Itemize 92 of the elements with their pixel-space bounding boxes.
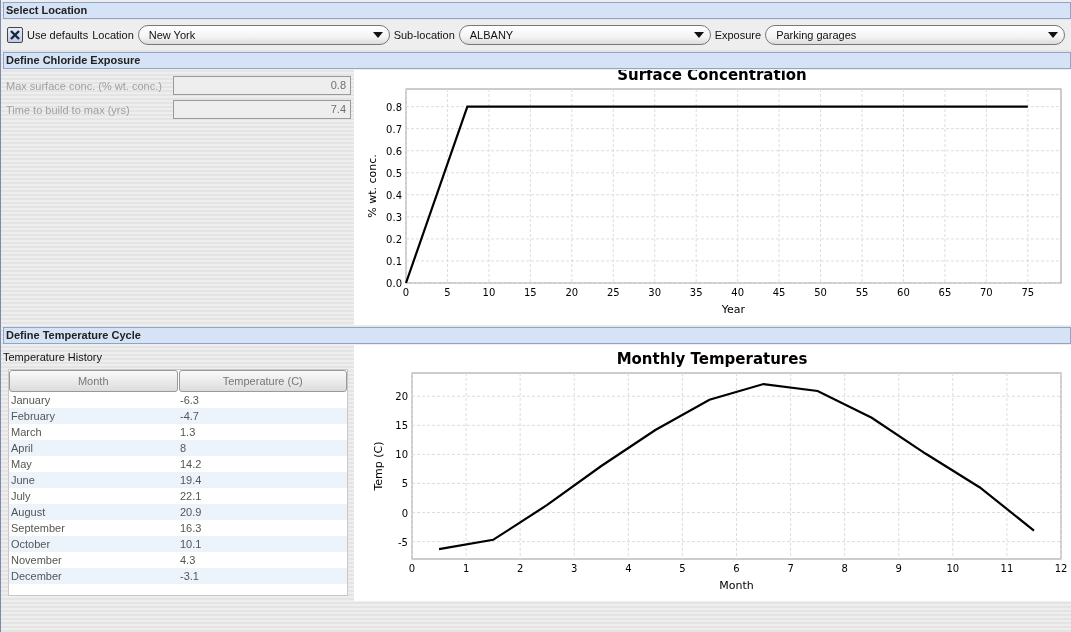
table-cell-text: -3.1 (179, 569, 200, 584)
table-cell-text: 20.9 (179, 505, 203, 520)
table-cell-text: October (10, 537, 52, 552)
x-tick-label: 11 (1000, 563, 1014, 574)
table-cell-text: 1.3 (179, 425, 197, 440)
x-tick-label: 50 (814, 287, 827, 298)
x-tick-label: 30 (648, 287, 662, 298)
x-tick-label: 70 (980, 287, 993, 298)
chart-title: Monthly Temperatures (616, 350, 808, 368)
x-tick-label: 55 (855, 287, 869, 298)
table-cell-text: April (10, 441, 34, 456)
x-tick-label: 60 (897, 287, 910, 298)
y-tick-label: 10 (395, 449, 408, 461)
table-cell-text: August (10, 505, 47, 520)
x-tick-label: 3 (571, 563, 578, 574)
dropdown[interactable]: Parking garages (765, 25, 1065, 45)
x-tick-label: 0 (402, 287, 410, 298)
table-cell-text: July (10, 489, 32, 504)
y-tick-label: 0.2 (386, 233, 402, 245)
section-header: Select Location (3, 2, 1071, 19)
x-tick-label: 65 (938, 287, 952, 298)
x-axis-label: Year (721, 303, 746, 316)
y-tick-label: 0.5 (386, 167, 402, 179)
x-tick-label: 5 (444, 287, 451, 298)
dropdown-label: Exposure (714, 29, 762, 41)
x-tick-label: 4 (625, 563, 632, 574)
caret-icon (1048, 32, 1058, 38)
field-label: Time to build to max (yrs) (6, 103, 131, 116)
field-label: Max surface conc. (% wt. conc.) (6, 79, 163, 92)
y-tick-label: 20 (395, 391, 408, 403)
y-tick-label: 0.0 (386, 278, 402, 289)
x-axis-label: Month (719, 579, 754, 592)
x-tick-label: 25 (606, 287, 620, 298)
table-cell-text: -6.3 (179, 393, 200, 408)
caret-icon (372, 32, 383, 38)
x-tick-label: 15 (524, 287, 537, 298)
x-tick-label: 10 (946, 563, 960, 574)
section-header: Define Temperature Cycle (3, 327, 1071, 344)
x-tick-label: 7 (787, 563, 794, 574)
table-cell-text: December (10, 569, 63, 584)
table-cell-text: March (10, 425, 43, 440)
table-cell-text: May (10, 457, 33, 472)
y-tick-label: -5 (398, 536, 408, 548)
y-axis-label: Temp (C) (372, 441, 385, 491)
table-cell-text: January (10, 393, 52, 408)
table-cell-text: 10.1 (179, 537, 203, 552)
column-header[interactable]: Temperature (C) (178, 370, 347, 392)
dropdown-label: Sub-location (393, 29, 455, 41)
table-cell-text: November (10, 553, 63, 568)
dropdown-label: Location (92, 29, 134, 41)
section-header: Define Chloride Exposure (3, 52, 1071, 69)
x-tick-label: 0 (408, 563, 416, 574)
table-cell-text: 22.1 (179, 489, 203, 504)
column-header[interactable]: Month (9, 370, 178, 392)
table-cell-text: February (10, 409, 57, 424)
checkbox-label: Use defaults (27, 29, 89, 41)
x-tick-label: 45 (772, 287, 786, 298)
table-cell-text: 19.4 (179, 473, 203, 488)
y-tick-label: 0.1 (386, 255, 402, 267)
y-tick-label: 0.4 (386, 189, 402, 201)
x-tick-label: 35 (689, 287, 703, 298)
y-tick-label: 15 (395, 420, 408, 432)
use-defaults-checkbox[interactable] (7, 27, 23, 43)
x-tick-label: 10 (482, 287, 496, 298)
x-tick-label: 6 (733, 563, 740, 574)
y-tick-label: 0.3 (386, 211, 402, 223)
x-tick-label: 20 (565, 287, 579, 298)
x-tick-label: 1 (462, 563, 470, 574)
x-tick-label: 40 (731, 287, 744, 298)
y-tick-label: 0.7 (386, 123, 402, 135)
y-tick-label: 0.6 (386, 145, 402, 157)
table-cell-text: June (10, 473, 36, 488)
x-tick-label: 9 (895, 563, 902, 574)
table-cell-text: September (10, 521, 66, 536)
caret-icon (693, 32, 704, 38)
table-cell-text: 14.2 (179, 457, 203, 472)
table-cell-text: -4.7 (179, 409, 200, 424)
y-tick-label: 0.8 (386, 101, 402, 113)
x-tick-label: 12 (1054, 563, 1068, 574)
table-title: Temperature History (2, 350, 104, 365)
dropdown[interactable]: ALBANY (458, 25, 711, 45)
y-tick-label: 5 (401, 478, 408, 490)
dropdown[interactable]: New York (137, 25, 390, 45)
x-tick-label: 8 (841, 563, 848, 574)
y-axis-label: % wt. conc. (366, 154, 379, 218)
x-tick-label: 5 (679, 563, 686, 574)
table-cell-text: 4.3 (179, 553, 197, 568)
y-tick-label: 0 (401, 507, 408, 519)
table-cell-text: 8 (179, 441, 188, 456)
x-tick-label: 75 (1021, 287, 1035, 298)
table-cell-text: 16.3 (179, 521, 203, 536)
x-tick-label: 2 (517, 563, 524, 574)
